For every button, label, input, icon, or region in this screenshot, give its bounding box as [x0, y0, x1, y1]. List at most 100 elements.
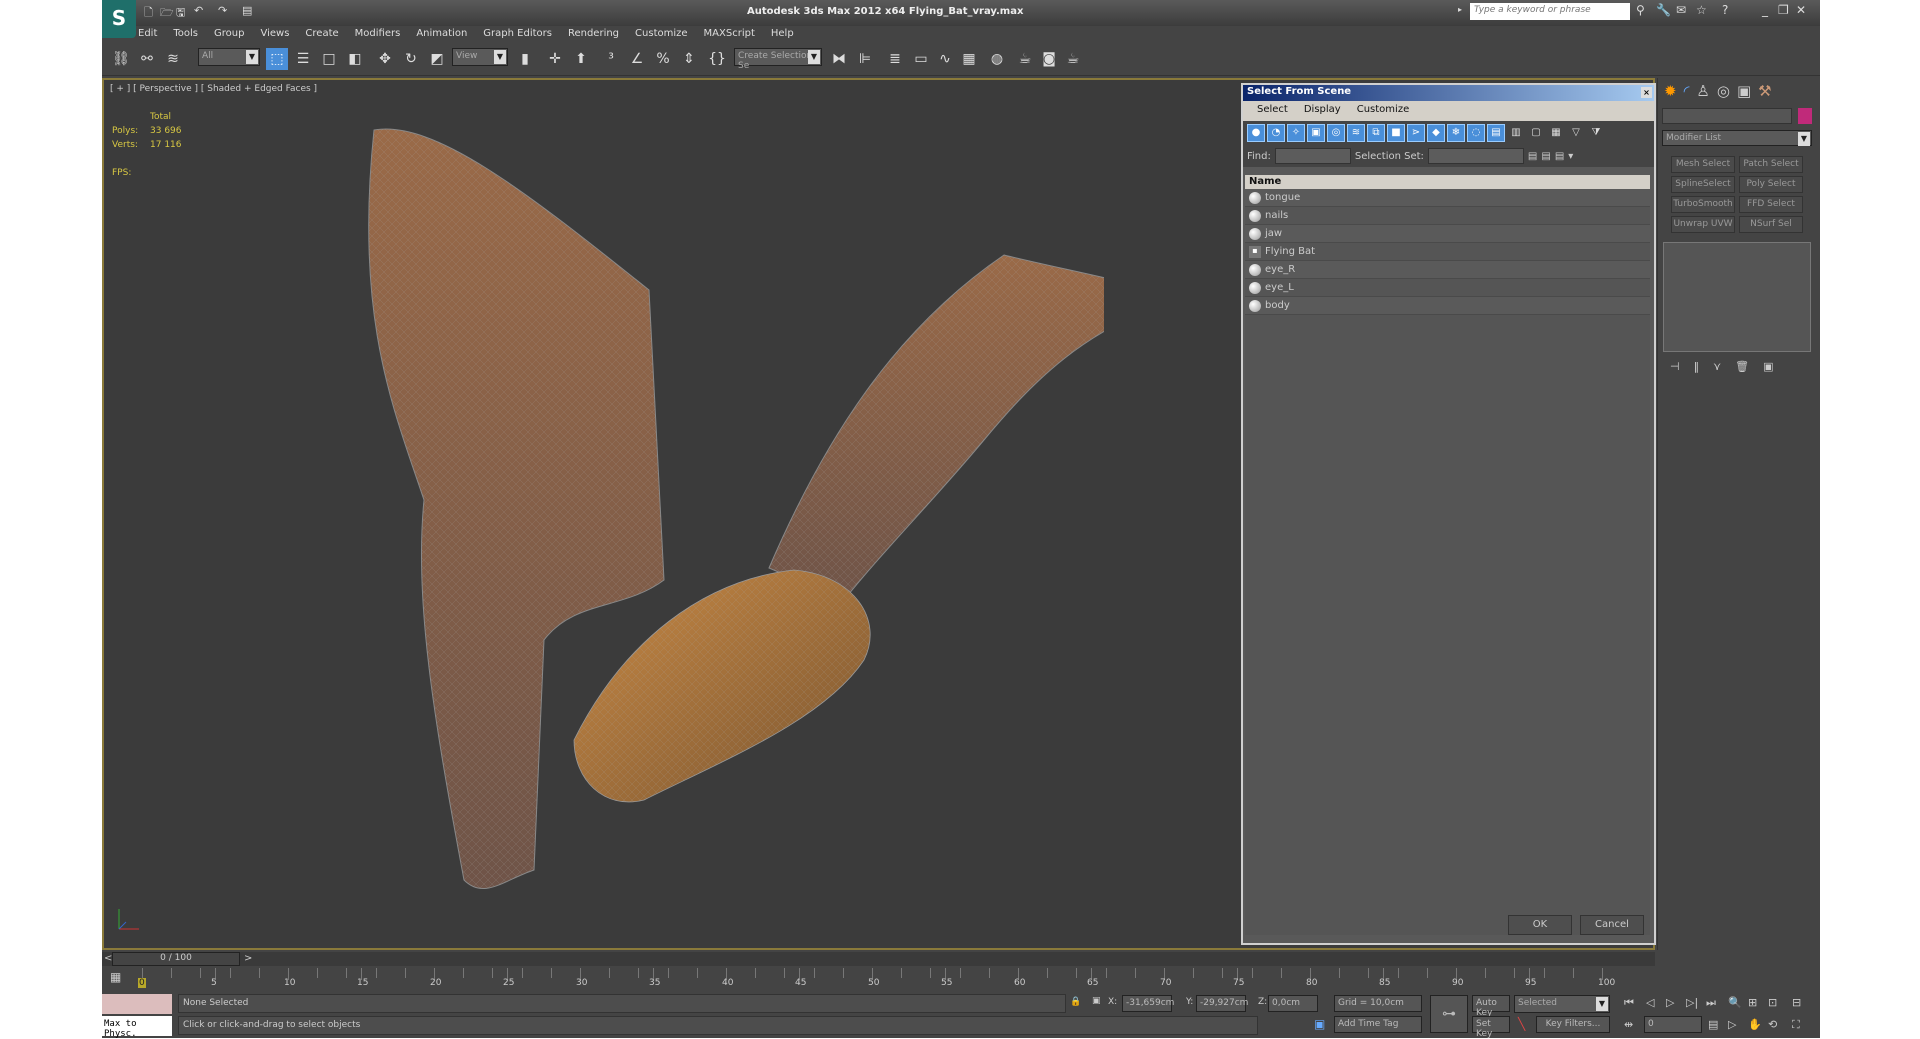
restore-icon[interactable]: ❐	[1778, 3, 1789, 17]
render-production-icon[interactable]: ☕	[1062, 48, 1084, 70]
keyboard-shortcut-toggle-icon[interactable]: ⬆	[570, 48, 592, 70]
previous-frame-icon[interactable]: ◁	[1646, 996, 1654, 1009]
patch-select-button[interactable]: Patch Select	[1739, 156, 1803, 173]
orbit-icon[interactable]: ⟲	[1768, 1018, 1777, 1031]
angle-snap-icon[interactable]: ∠	[626, 48, 648, 70]
cancel-button[interactable]: Cancel	[1580, 915, 1644, 935]
material-editor-icon[interactable]: ◍	[986, 48, 1008, 70]
key-mode-toggle-icon[interactable]: ⇹	[1624, 1018, 1633, 1031]
undo-icon[interactable]: ↶	[194, 4, 203, 17]
pan-icon[interactable]: ✋	[1748, 1018, 1762, 1031]
save-icon[interactable]: 🖫	[176, 4, 185, 23]
track-bar[interactable]: ▦ 0 5 10 15 20 25 30 35 40 45 50 55 60 65 70 75 80 85 90 95…	[102, 966, 1655, 992]
wrench-icon[interactable]: 🔧	[1656, 3, 1671, 17]
nsurf-sel-button[interactable]: NSurf Sel	[1739, 216, 1803, 233]
curve-editor-icon[interactable]: ∿	[934, 48, 956, 70]
new-icon[interactable]: 🗋	[144, 4, 153, 23]
modify-tab-icon[interactable]: ◜	[1684, 82, 1690, 100]
go-to-start-icon[interactable]: ⏮	[1624, 996, 1634, 1010]
communication-icon[interactable]: ✉	[1676, 3, 1686, 17]
dialog-close-icon[interactable]: ×	[1641, 87, 1652, 98]
more-options-icon[interactable]: ▾	[1568, 151, 1573, 162]
time-configuration-icon[interactable]: ▤	[1708, 1018, 1718, 1031]
select-by-name-icon[interactable]: ☰	[292, 48, 314, 70]
close-icon[interactable]: ✕	[1796, 3, 1806, 17]
menu-animation[interactable]: Animation	[416, 28, 467, 39]
name-column-header[interactable]: Name	[1245, 175, 1650, 189]
display-groups-icon[interactable]: ⧉	[1367, 124, 1385, 142]
go-to-end-icon[interactable]: ⏭	[1706, 996, 1716, 1010]
maxscript-listener-output[interactable]	[102, 994, 172, 1014]
display-all-icon[interactable]: ▤	[1487, 124, 1505, 142]
set-key-mode-icon[interactable]: ⊶	[1430, 995, 1468, 1033]
binoculars-icon[interactable]: ⚲	[1636, 3, 1645, 17]
turbosmooth-button[interactable]: TurboSmooth	[1671, 196, 1735, 213]
pivot-center-icon[interactable]: ▮	[514, 48, 536, 70]
display-tab-icon[interactable]: ▣	[1737, 82, 1751, 100]
search-input[interactable]: Type a keyword or phrase	[1470, 3, 1630, 20]
play-icon[interactable]: ▷	[1666, 996, 1674, 1009]
expand-arrow-icon[interactable]: ▸	[1458, 5, 1462, 14]
display-cameras-icon[interactable]: ▣	[1307, 124, 1325, 142]
mirror-icon[interactable]: ⧓	[828, 48, 850, 70]
display-shapes-icon[interactable]: ◔	[1267, 124, 1285, 142]
ok-button[interactable]: OK	[1508, 915, 1572, 935]
project-icon[interactable]: ▤	[242, 4, 252, 17]
redo-icon[interactable]: ↷	[218, 4, 227, 17]
open-icon[interactable]: 🗁	[160, 4, 174, 23]
maximize-viewport-icon[interactable]: ⛶	[1792, 1018, 1800, 1032]
add-to-selection-set-icon[interactable]: ▤	[1541, 151, 1550, 162]
dialog-menu-customize[interactable]: Customize	[1357, 104, 1410, 118]
rectangular-selection-icon[interactable]: □	[318, 48, 340, 70]
menu-graph-editors[interactable]: Graph Editors	[483, 28, 552, 39]
poly-select-button[interactable]: Poly Select	[1739, 176, 1803, 193]
selection-filter-dropdown[interactable]: All	[198, 48, 260, 66]
filter-options-icon[interactable]: ⧩	[1587, 124, 1605, 142]
spline-select-button[interactable]: SplineSelect	[1671, 176, 1735, 193]
help-icon[interactable]: ?	[1722, 3, 1728, 17]
display-helpers-icon[interactable]: ◎	[1327, 124, 1345, 142]
object-name-field[interactable]	[1662, 108, 1792, 124]
spinner-snap-icon[interactable]: ⇕	[678, 48, 700, 70]
remove-modifier-icon[interactable]: 🗑	[1735, 360, 1749, 373]
show-end-result-icon[interactable]: ‖	[1694, 360, 1700, 373]
edit-named-selection-icon[interactable]: {}	[706, 48, 728, 70]
menu-views[interactable]: Views	[260, 28, 289, 39]
filter-icon[interactable]: ▽	[1567, 124, 1585, 142]
create-tab-icon[interactable]: ✹	[1664, 82, 1677, 100]
scale-icon[interactable]: ◩	[426, 48, 448, 70]
scene-object-row[interactable]: jaw	[1245, 225, 1650, 243]
dialog-menu-display[interactable]: Display	[1304, 104, 1341, 118]
unwrap-uvw-button[interactable]: Unwrap UVW	[1671, 216, 1735, 233]
window-crossing-icon[interactable]: ◧	[344, 48, 366, 70]
unlink-icon[interactable]: ⚯	[136, 48, 158, 70]
dialog-menu-select[interactable]: Select	[1257, 104, 1288, 118]
zoom-extents-icon[interactable]: ⊡	[1768, 996, 1777, 1009]
select-all-icon[interactable]: ▦	[1547, 124, 1565, 142]
scene-object-row[interactable]: ▪ Flying Bat	[1245, 243, 1650, 261]
layer-manager-icon[interactable]: ≣	[884, 48, 906, 70]
invert-display-icon[interactable]: ▢	[1527, 124, 1545, 142]
app-logo-button[interactable]: S	[102, 0, 136, 38]
z-coordinate-field[interactable]: 0,0cm	[1268, 995, 1318, 1012]
menu-rendering[interactable]: Rendering	[568, 28, 619, 39]
display-containers-icon[interactable]: ◆	[1427, 124, 1445, 142]
maxscript-listener-input[interactable]: Max to Physc.	[102, 1016, 172, 1039]
time-tag-icon[interactable]: ▣	[1314, 1017, 1325, 1031]
display-xrefs-icon[interactable]: ■	[1387, 124, 1405, 142]
reference-coordinate-dropdown[interactable]: View	[452, 48, 508, 66]
hierarchy-tab-icon[interactable]: ♙	[1696, 82, 1709, 100]
time-slider[interactable]: < 0 / 100 >	[102, 952, 1655, 966]
key-filters-button[interactable]: Key Filters...	[1536, 1016, 1610, 1033]
ffd-select-button[interactable]: FFD Select	[1739, 196, 1803, 213]
zoom-extents-all-icon[interactable]: ⊟	[1792, 996, 1801, 1009]
rendered-frame-window-icon[interactable]: ◙	[1038, 48, 1060, 70]
find-input[interactable]	[1274, 148, 1351, 164]
utilities-tab-icon[interactable]: ⚒	[1758, 82, 1771, 100]
mesh-select-button[interactable]: Mesh Select	[1671, 156, 1735, 173]
display-lights-icon[interactable]: ✧	[1287, 124, 1305, 142]
auto-key-button[interactable]: Auto Key	[1472, 995, 1510, 1018]
current-frame-field[interactable]: 0	[1644, 1016, 1702, 1033]
menu-maxscript[interactable]: MAXScript	[704, 28, 755, 39]
menu-create[interactable]: Create	[305, 28, 338, 39]
